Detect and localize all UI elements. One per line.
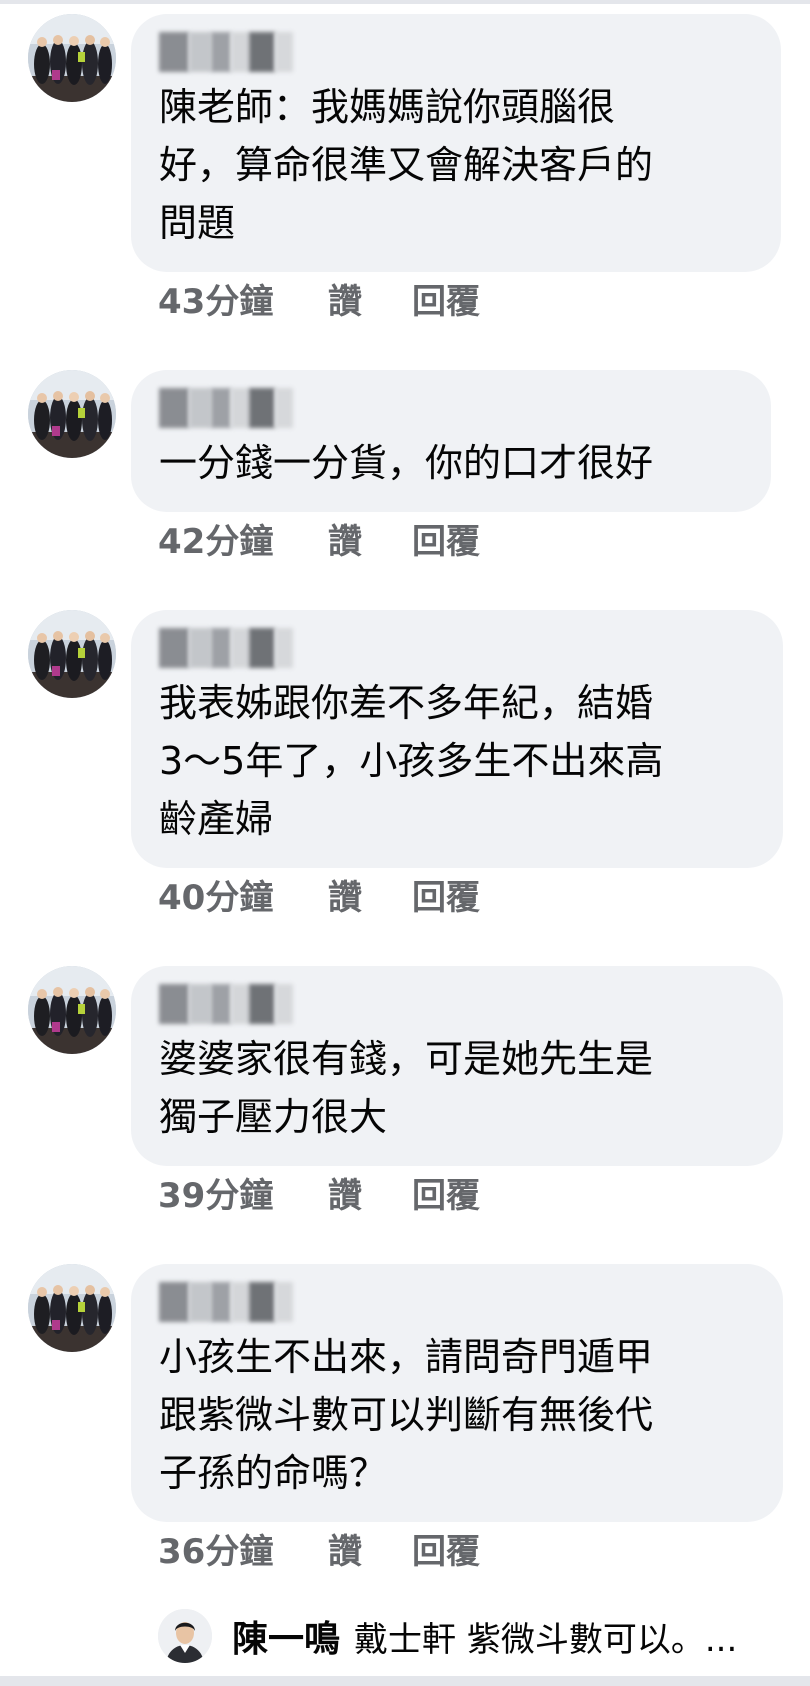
- comment-meta: 42分鐘 讚 回覆: [158, 513, 480, 563]
- comment-text: 我表姊跟你差不多年紀，結婚 3～5年了，小孩多生不出來高 齡產婦: [159, 681, 664, 841]
- reply-button[interactable]: 回覆: [412, 514, 480, 563]
- reply-button[interactable]: 回覆: [412, 1524, 480, 1573]
- avatar[interactable]: [28, 14, 116, 102]
- reply-button[interactable]: 回覆: [412, 870, 480, 919]
- like-button[interactable]: 讚: [328, 1524, 412, 1573]
- comment-timestamp[interactable]: 36分鐘: [158, 1524, 328, 1573]
- blurred-author-name[interactable]: [159, 1282, 293, 1322]
- like-button[interactable]: 讚: [328, 870, 412, 919]
- comment-bubble: 我表姊跟你差不多年紀，結婚 3～5年了，小孩多生不出來高 齡產婦: [131, 610, 783, 868]
- avatar[interactable]: [158, 1609, 212, 1663]
- comment-meta: 43分鐘 讚 回覆: [158, 273, 480, 323]
- comment-timestamp[interactable]: 39分鐘: [158, 1168, 328, 1217]
- avatar[interactable]: [28, 966, 116, 1054]
- comment-text: 小孩生不出來，請問奇門遁甲 跟紫微斗數可以判斷有無後代 子孫的命嗎？: [159, 1335, 654, 1495]
- comment-meta: 36分鐘 讚 回覆: [158, 1523, 480, 1573]
- like-button[interactable]: 讚: [328, 274, 412, 323]
- comment-bubble: 小孩生不出來，請問奇門遁甲 跟紫微斗數可以判斷有無後代 子孫的命嗎？: [131, 1264, 783, 1522]
- reply-button[interactable]: 回覆: [412, 1168, 480, 1217]
- avatar[interactable]: [28, 370, 116, 458]
- comment-text: 婆婆家很有錢，可是她先生是 獨子壓力很大: [159, 1037, 654, 1139]
- blurred-author-name[interactable]: [159, 32, 293, 72]
- comment-text: 一分錢一分貨，你的口才很好: [159, 441, 654, 485]
- reply-preview[interactable]: 陳一鳴 戴士軒 紫微斗數可以。...: [158, 1608, 737, 1664]
- comment-timestamp[interactable]: 43分鐘: [158, 274, 328, 323]
- comment-bubble: 一分錢一分貨，你的口才很好: [131, 370, 771, 512]
- bottom-divider: [0, 1676, 810, 1686]
- comment-meta: 40分鐘 讚 回覆: [158, 869, 480, 919]
- reply-text: 戴士軒 紫微斗數可以。...: [354, 1619, 738, 1660]
- comment-bubble: 婆婆家很有錢，可是她先生是 獨子壓力很大: [131, 966, 783, 1166]
- blurred-author-name[interactable]: [159, 984, 293, 1024]
- avatar[interactable]: [28, 610, 116, 698]
- comment-text: 陳老師：我媽媽說你頭腦很 好，算命很準又會解決客戶的 問題: [159, 85, 654, 245]
- blurred-author-name[interactable]: [159, 628, 293, 668]
- reply-author-name[interactable]: 陳一鳴: [232, 1610, 340, 1662]
- avatar[interactable]: [28, 1264, 116, 1352]
- comment-timestamp[interactable]: 42分鐘: [158, 514, 328, 563]
- blurred-author-name[interactable]: [159, 388, 293, 428]
- comment-meta: 39分鐘 讚 回覆: [158, 1167, 480, 1217]
- like-button[interactable]: 讚: [328, 514, 412, 563]
- top-divider: [0, 0, 810, 4]
- comment-bubble: 陳老師：我媽媽說你頭腦很 好，算命很準又會解決客戶的 問題: [131, 14, 781, 272]
- reply-button[interactable]: 回覆: [412, 274, 480, 323]
- comment-timestamp[interactable]: 40分鐘: [158, 870, 328, 919]
- like-button[interactable]: 讚: [328, 1168, 412, 1217]
